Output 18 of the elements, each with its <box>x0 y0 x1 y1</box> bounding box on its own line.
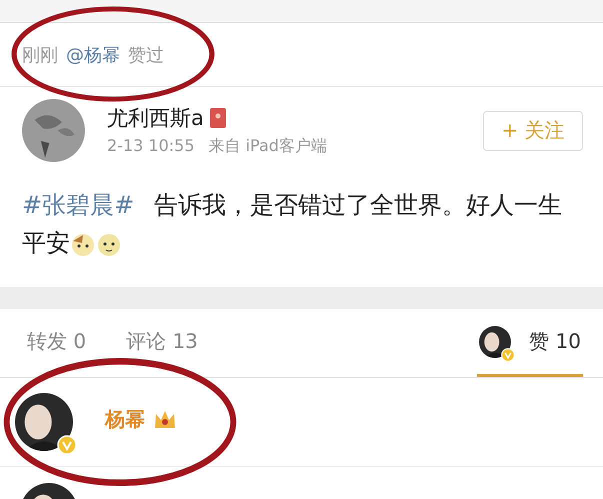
activity-time: 刚刚 <box>22 44 58 66</box>
author-name[interactable]: 尤利西斯a <box>107 104 204 132</box>
post-source: 来自 iPad客户端 <box>208 136 327 157</box>
follow-button[interactable]: + 关注 <box>483 110 583 150</box>
emoticon-icon <box>96 231 122 258</box>
post-time: 2-13 10:55 <box>107 136 195 157</box>
user-link[interactable]: @杨幂 <box>66 42 120 66</box>
verified-badge-icon <box>501 348 516 362</box>
emoticon-icon <box>70 231 96 258</box>
tab[interactable]: 评论 13 <box>124 309 200 377</box>
liker-name[interactable]: 杨幂 <box>105 406 145 432</box>
post-text: #张碧晨# 告诉我，是否错过了全世界。好人一生平安 <box>22 190 564 260</box>
avatar[interactable] <box>15 393 73 451</box>
avatar[interactable] <box>479 326 512 358</box>
tab[interactable]: 转发 0 <box>25 309 88 377</box>
envelope-icon <box>210 108 226 128</box>
activity-action: 赞过 <box>128 44 164 66</box>
hashtag-link[interactable]: #张碧晨# <box>22 191 134 219</box>
